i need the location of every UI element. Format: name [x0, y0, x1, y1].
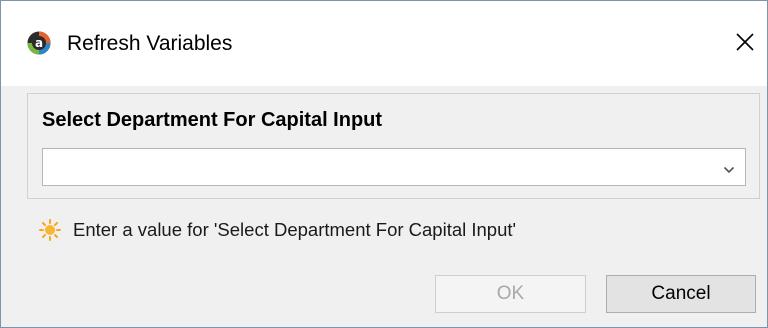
title-bar: a Refresh Variables: [1, 1, 767, 86]
validation-hint: Enter a value for 'Select Department For…: [73, 219, 517, 240]
department-select[interactable]: [42, 148, 746, 186]
close-button[interactable]: [728, 27, 762, 61]
group-label: Select Department For Capital Input: [42, 109, 383, 131]
sun-icon: [39, 219, 61, 241]
chevron-down-icon: [723, 162, 735, 174]
department-group: Select Department For Capital Input: [27, 93, 760, 199]
svg-text:a: a: [35, 36, 43, 50]
window-title: Refresh Variables: [67, 32, 233, 55]
cancel-button[interactable]: Cancel: [606, 275, 756, 313]
app-logo-icon: a: [27, 31, 51, 55]
refresh-variables-dialog: a Refresh Variables Select Department Fo…: [0, 0, 768, 328]
ok-button[interactable]: OK: [435, 275, 586, 313]
close-icon: [735, 32, 755, 57]
